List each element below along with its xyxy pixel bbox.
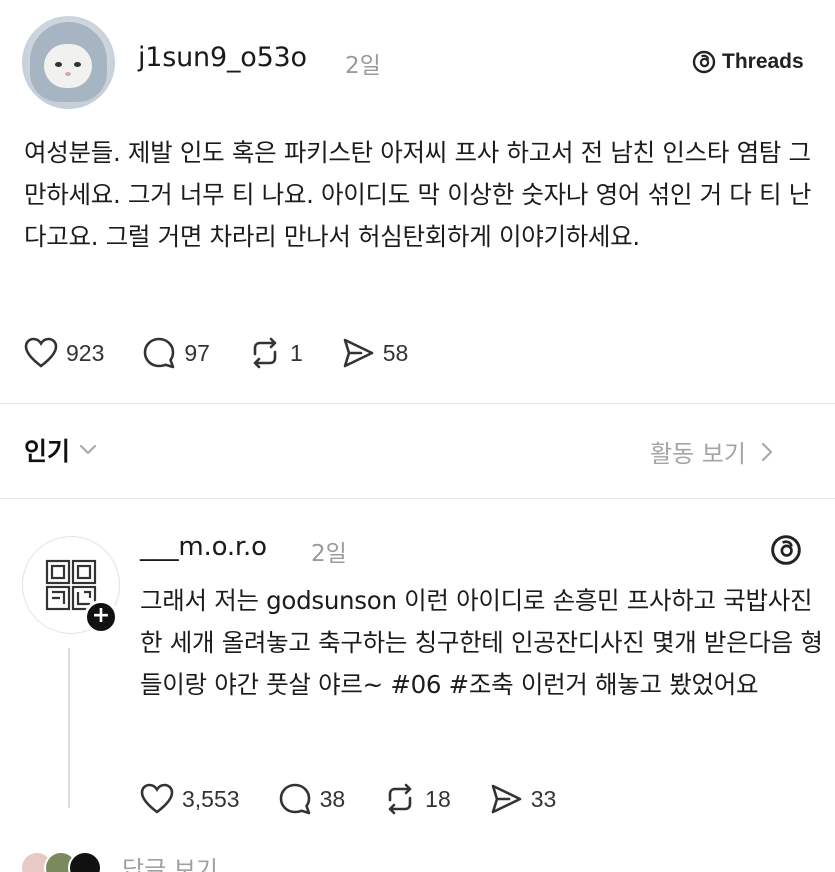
heart-icon [140,783,174,814]
post-time: 2일 [345,53,381,79]
sort-dropdown[interactable]: 인기 [24,432,98,468]
sort-label: 인기 [24,437,71,466]
send-icon [343,338,374,368]
thread-connector [68,648,70,808]
send-icon [491,784,522,814]
repost-button[interactable]: 1 [248,336,303,370]
avatar-eye-right [74,62,81,67]
reply-body: 그래서 저는 godsunson 이런 아이디로 손흥민 프사하고 국밥사진 한… [140,586,823,699]
view-replies-row[interactable]: 답글 보기 [20,850,218,872]
reply-share-count: 33 [530,785,557,812]
avatar-eye-left [55,62,62,67]
reply-repost-button[interactable]: 18 [383,782,451,816]
repost-count: 1 [289,339,303,366]
heart-icon [24,337,58,368]
reply-share-button[interactable]: 33 [489,782,557,816]
comment-button[interactable]: 97 [142,336,210,370]
comment-bubble-icon [144,337,175,369]
post-body: 여성분들. 제발 인도 혹은 파키스탄 아저씨 프사 하고서 전 남친 인스타 … [24,138,812,251]
activity-label: 활동 보기 [650,440,746,468]
comment-bubble-icon [279,783,310,815]
reply-repost-count: 18 [425,785,451,812]
like-count: 923 [66,339,105,366]
chevron-right-icon [761,442,773,461]
replier-avatar [68,850,102,872]
original-post: j1sun9_o53o 2일 Threads 여성분들. 제발 인도 혹은 파키… [0,0,835,400]
share-button[interactable]: 58 [341,336,409,370]
threads-logo-icon [771,535,801,565]
reply-threads-link[interactable] [770,534,802,570]
threads-label: Threads [722,50,804,73]
chevron-down-icon [79,444,97,455]
reply-time: 2일 [311,541,347,567]
reply-comment-button[interactable]: 38 [278,782,346,816]
like-button[interactable]: 923 [24,337,104,369]
view-activity-link[interactable]: 활동 보기 [650,434,774,469]
avatar-nose [65,72,71,76]
comment-count: 97 [184,339,210,366]
share-count: 58 [382,339,409,366]
reply-actions: 3,553 38 18 33 [140,782,594,816]
reply-like-button[interactable]: 3,553 [140,783,240,815]
reply-like-count: 3,553 [182,785,240,812]
threads-badge[interactable]: Threads [692,50,804,74]
post-actions: 923 97 1 58 [24,336,446,370]
post-username[interactable]: j1sun9_o53o [138,42,307,73]
reply-username[interactable]: ___m.o.r.o [140,532,267,562]
follow-plus-icon[interactable]: + [84,600,118,634]
divider-bottom [0,498,835,499]
repost-icon [253,337,277,369]
avatar-cat-face [44,44,92,88]
view-replies-label: 답글 보기 [122,856,218,872]
repost-icon [388,783,412,815]
reply-comment-count: 38 [319,785,346,812]
threads-logo-icon [692,50,716,74]
user-avatar[interactable] [22,16,115,109]
divider-top [0,403,835,404]
